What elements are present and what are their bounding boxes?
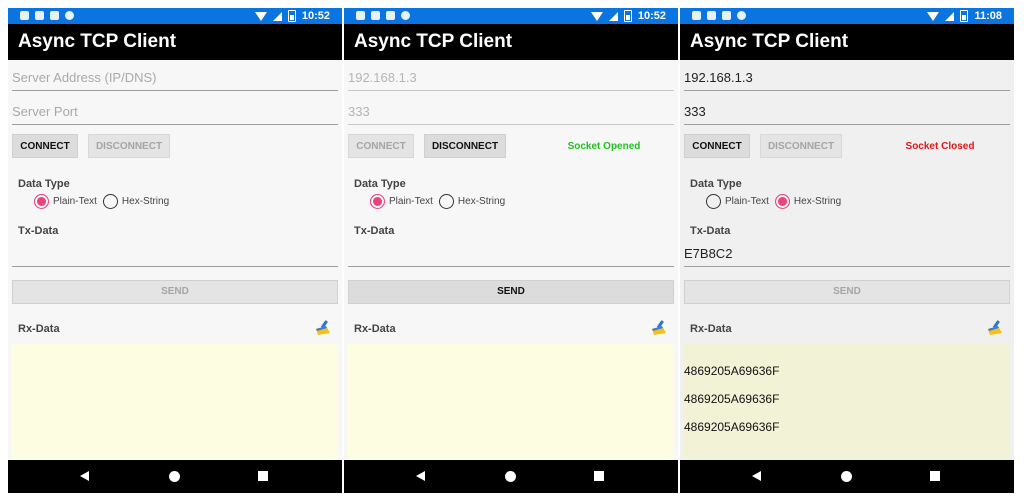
status-time: 10:52 (637, 10, 666, 22)
phone-screen-2: 10:52 Async TCP Client 192.168.1.3 333 C… (344, 8, 678, 493)
hex-string-label: Hex-String (793, 196, 842, 207)
server-port-input[interactable]: Server Port (12, 102, 338, 125)
recent-apps-icon[interactable] (930, 471, 940, 481)
plain-text-radio[interactable] (370, 194, 385, 209)
rx-line: 4869205A69636F (684, 392, 780, 406)
wifi-icon (927, 11, 940, 21)
connect-button[interactable]: CONNECT (12, 134, 78, 158)
data-type-radio-group: Plain-Text Hex-String (34, 194, 175, 209)
data-type-label: Data Type (354, 178, 406, 190)
signal-icon (608, 11, 618, 21)
rx-data-label: Rx-Data (18, 323, 60, 335)
status-time: 10:52 (301, 10, 330, 22)
socket-status: Socket Opened (567, 141, 641, 152)
hex-string-label: Hex-String (121, 196, 170, 207)
hex-string-label: Hex-String (457, 196, 506, 207)
disconnect-button[interactable]: DISCONNECT (760, 134, 842, 158)
navigation-bar (8, 460, 342, 493)
rx-data-output (348, 344, 674, 463)
status-bar: 10:52 (8, 8, 342, 24)
back-icon[interactable] (416, 471, 425, 481)
data-type-label: Data Type (690, 178, 742, 190)
sync-icon (65, 11, 74, 20)
tx-data-label: Tx-Data (354, 225, 395, 237)
status-bar: 10:52 (344, 8, 678, 24)
broom-icon[interactable] (650, 320, 668, 336)
plain-text-label: Plain-Text (389, 196, 433, 207)
sd-card-icon (386, 11, 395, 20)
connect-button[interactable]: CONNECT (348, 134, 414, 158)
plain-text-radio[interactable] (706, 194, 721, 209)
sync-icon (401, 11, 410, 20)
navigation-bar (680, 460, 1014, 493)
server-address-input[interactable]: 192.168.1.3 (684, 68, 1010, 91)
plain-text-label: Plain-Text (725, 196, 769, 207)
sd-card-icon (50, 11, 59, 20)
status-time: 11:08 (974, 10, 1002, 22)
app-a-icon (707, 11, 716, 20)
tx-data-input[interactable] (348, 244, 674, 267)
server-address-input[interactable]: Server Address (IP/DNS) (12, 68, 338, 91)
back-icon[interactable] (80, 471, 89, 481)
socket-status: Socket Closed (905, 141, 975, 152)
server-port-input[interactable]: 333 (348, 102, 674, 125)
rx-data-label: Rx-Data (690, 323, 732, 335)
send-button[interactable]: SEND (348, 280, 674, 304)
server-address-input[interactable]: 192.168.1.3 (348, 68, 674, 91)
recent-apps-icon[interactable] (594, 471, 604, 481)
navigation-bar (344, 460, 678, 493)
rx-data-output (12, 344, 338, 463)
shield-icon (356, 11, 365, 20)
hex-string-radio[interactable] (102, 194, 118, 209)
wifi-icon (590, 11, 603, 21)
home-icon[interactable] (841, 471, 852, 482)
data-type-radio-group: Plain-Text Hex-String (370, 194, 511, 209)
tx-data-label: Tx-Data (690, 225, 731, 237)
app-title: Async TCP Client (680, 24, 1014, 60)
shield-icon (20, 11, 29, 20)
rx-data-output: 4869205A69636F 4869205A69636F 4869205A69… (684, 344, 1010, 463)
app-a-icon (35, 11, 44, 20)
tx-data-input[interactable]: E7B8C2 (684, 244, 1010, 267)
send-button[interactable]: SEND (12, 280, 338, 304)
broom-icon[interactable] (986, 320, 1004, 336)
broom-icon[interactable] (314, 320, 332, 336)
app-title: Async TCP Client (8, 24, 342, 60)
back-icon[interactable] (752, 471, 761, 481)
sync-icon (737, 11, 746, 20)
hex-string-radio[interactable] (774, 194, 790, 209)
app-a-icon (371, 11, 380, 20)
disconnect-button[interactable]: DISCONNECT (424, 134, 506, 158)
status-bar: 11:08 (680, 8, 1014, 24)
plain-text-label: Plain-Text (53, 196, 97, 207)
signal-icon (945, 11, 955, 21)
server-port-input[interactable]: 333 (684, 102, 1010, 125)
rx-data-label: Rx-Data (354, 323, 396, 335)
shield-icon (692, 11, 701, 20)
wifi-icon (254, 11, 267, 21)
phone-screen-1: 10:52 Async TCP Client Server Address (I… (8, 8, 342, 493)
battery-icon (287, 10, 296, 22)
plain-text-radio[interactable] (34, 194, 49, 209)
connect-button[interactable]: CONNECT (684, 134, 750, 158)
rx-line: 4869205A69636F (684, 420, 780, 434)
tx-data-label: Tx-Data (18, 225, 59, 237)
home-icon[interactable] (169, 471, 180, 482)
disconnect-button[interactable]: DISCONNECT (88, 134, 170, 158)
battery-icon (623, 10, 632, 22)
home-icon[interactable] (505, 471, 516, 482)
sd-card-icon (722, 11, 731, 20)
data-type-label: Data Type (18, 178, 70, 190)
signal-icon (272, 11, 282, 21)
phone-screen-3: 11:08 Async TCP Client 192.168.1.3 333 C… (680, 8, 1014, 493)
hex-string-radio[interactable] (438, 194, 454, 209)
data-type-radio-group: Plain-Text Hex-String (706, 194, 847, 209)
tx-data-input[interactable] (12, 244, 338, 267)
send-button[interactable]: SEND (684, 280, 1010, 304)
recent-apps-icon[interactable] (258, 471, 268, 481)
app-title: Async TCP Client (344, 24, 678, 60)
battery-icon (960, 10, 969, 22)
rx-line: 4869205A69636F (684, 364, 780, 378)
